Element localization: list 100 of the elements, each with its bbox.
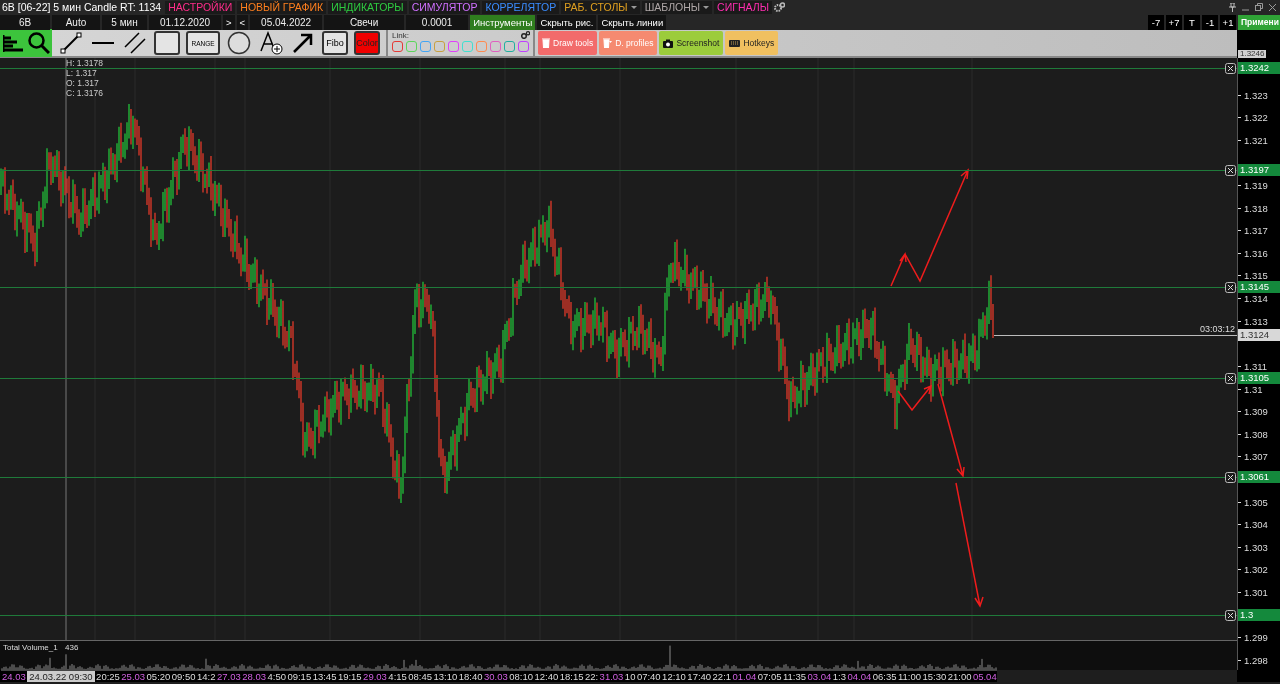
time-label: 12:40 [534, 670, 559, 682]
close-icon[interactable] [1225, 472, 1236, 484]
chart-panel[interactable]: H: 1.3178 L: 1.317 O: 1.317 C: 1.3176 03:03:12 [0, 58, 1237, 640]
close-icon[interactable] [1269, 3, 1276, 11]
time-label: 24.03 [2, 670, 26, 682]
time-label: 29.03 [363, 670, 387, 682]
caret-icon [630, 5, 637, 9]
close-icon[interactable] [1225, 610, 1236, 621]
window-title: 6B [06-22] 5 мин Candle RT: 1134 [1, 1, 163, 13]
level-price-label: 1.3 [1238, 609, 1280, 621]
volume-name: Total Volume_1 [3, 643, 58, 652]
bar-timer: 03:03:12 [1199, 323, 1235, 334]
price-tick: 1.315 [1244, 270, 1268, 282]
price-tick: 1.308 [1244, 428, 1268, 440]
line-segment-icon[interactable] [60, 32, 82, 54]
action-button[interactable]: Hotkeys [725, 31, 779, 55]
price-label: 1.3246 [1238, 50, 1267, 58]
next-button[interactable]: > [223, 14, 235, 30]
price-tick: 1.31 [1244, 383, 1263, 395]
close-icon[interactable] [1225, 372, 1236, 384]
price-tick: 1.307 [1244, 451, 1268, 463]
price-tick: 1.316 [1244, 247, 1268, 259]
shift-button[interactable]: +7 [1166, 14, 1182, 30]
circle-icon[interactable] [227, 31, 251, 55]
time-label: 12:10 [662, 670, 686, 682]
time-label: 25.03 [121, 670, 146, 682]
level-price-label: 1.3061 [1238, 471, 1280, 484]
close-icon[interactable] [1225, 63, 1236, 74]
step-spinner[interactable]: 0.0001 [406, 14, 469, 30]
prev-button[interactable]: < [236, 14, 249, 30]
toggle-button[interactable]: Скрыть линии [598, 14, 667, 30]
price-tick: 1.309 [1244, 406, 1268, 418]
current-price-label: 1.3124 [1238, 328, 1280, 341]
shift-button[interactable]: -7 [1148, 14, 1164, 30]
time-label: 17:40 [687, 670, 712, 682]
price-tick: 1.304 [1244, 519, 1268, 531]
search-icon[interactable] [27, 32, 50, 54]
arrow-icon[interactable] [292, 32, 314, 54]
timeframe-dropdown[interactable]: 5 мин [102, 14, 147, 30]
keyboard-icon [729, 39, 741, 47]
aggregation-dropdown[interactable]: Auto [52, 14, 100, 30]
time-label: 10 [624, 670, 636, 682]
date-to-field[interactable]: 05.04.2022 [250, 14, 323, 30]
price-tick: 1.301 [1244, 586, 1268, 598]
time-label: 06:35 [872, 670, 897, 682]
toggle-button[interactable]: Скрыть рис. [537, 14, 597, 30]
trash-icon [603, 38, 613, 48]
price-tick: 1.311 [1244, 360, 1268, 372]
toggle-button[interactable]: Инструменты [470, 14, 536, 30]
volume-value: 436 [65, 643, 79, 652]
symbol-field[interactable]: 6B [0, 14, 50, 30]
time-label: 14:2 [197, 670, 216, 682]
menu-label: ШАБЛОНЫ [644, 1, 701, 13]
time-label: 07:40 [636, 670, 661, 682]
bars-icon[interactable] [2, 34, 23, 52]
time-label: 19:15 [337, 670, 362, 682]
time-label: 05:20 [146, 670, 171, 682]
fibo-tool[interactable]: Fibo [322, 31, 348, 55]
menu-item[interactable]: ШАБЛОНЫ [641, 0, 713, 14]
pin-icon[interactable] [1229, 2, 1236, 12]
color-tool[interactable]: Color [354, 31, 380, 55]
chart-type-dropdown[interactable]: Свечи [324, 14, 405, 30]
time-label: 31.03 [599, 670, 624, 682]
time-label: 22: [584, 670, 599, 682]
text-add-icon[interactable] [259, 31, 283, 55]
link-slot[interactable] [392, 41, 403, 52]
link-label: Link: [392, 31, 409, 40]
time-label: 21:00 [947, 670, 972, 682]
time-label: 01.04 [732, 670, 757, 682]
price-tick: 1.317 [1244, 225, 1268, 237]
close-icon[interactable] [1225, 164, 1236, 176]
ohlc-value: L: 1.317 [66, 68, 98, 78]
parallel-lines-icon[interactable] [124, 32, 146, 54]
price-tick: 1.303 [1244, 541, 1268, 553]
time-label: 09:15 [287, 670, 312, 682]
rectangle-tool[interactable] [154, 31, 180, 55]
price-tick: 1.299 [1244, 632, 1268, 644]
horizontal-line-icon[interactable] [92, 41, 114, 45]
time-label: 08:45 [408, 670, 433, 682]
date-from-field[interactable]: 01.12.2020 [149, 14, 221, 30]
action-button[interactable]: Screenshot [659, 31, 724, 55]
menu-label: РАБ. СТОЛЫ [564, 1, 628, 13]
menu-item[interactable]: РАБ. СТОЛЫ [561, 0, 640, 14]
level-price-label: 1.3105 [1238, 371, 1280, 384]
gears-icon[interactable] [773, 1, 785, 13]
time-label: 30.03 [484, 670, 508, 682]
level-price-label: 1.3242 [1238, 62, 1280, 74]
shift-button[interactable]: T [1184, 14, 1200, 30]
restore-icon[interactable] [1255, 3, 1263, 11]
shift-button[interactable]: +1 [1220, 14, 1236, 30]
gears-icon[interactable] [521, 31, 530, 39]
time-label: 07:05 [757, 670, 782, 682]
time-label: 15:30 [922, 670, 947, 682]
price-tick: 1.318 [1244, 202, 1268, 214]
time-label: 20:25 [96, 670, 120, 682]
shift-button[interactable]: -1 [1202, 14, 1218, 30]
price-tick: 1.302 [1244, 564, 1268, 576]
close-icon[interactable] [1225, 282, 1236, 294]
time-label: 11:00 [897, 670, 921, 682]
price-tick: 1.298 [1244, 654, 1268, 666]
